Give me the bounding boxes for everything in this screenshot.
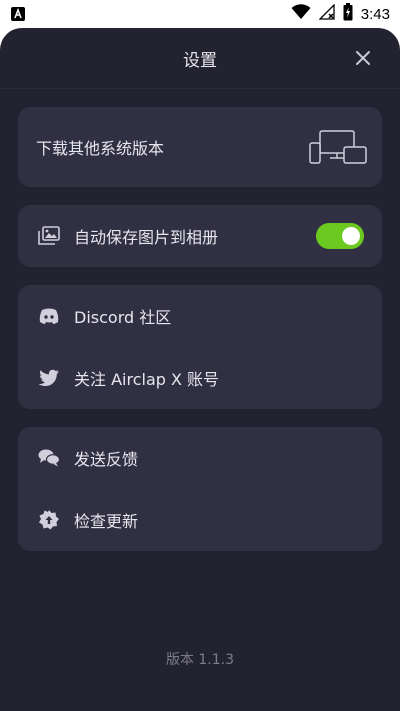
wifi-icon	[291, 4, 311, 24]
auto-save-row[interactable]: 自动保存图片到相册	[18, 205, 382, 267]
feedback-label: 发送反馈	[74, 450, 139, 469]
feedback-row[interactable]: 发送反馈	[18, 427, 382, 489]
version-label: 版本 1.1.3	[165, 652, 235, 668]
close-icon[interactable]	[352, 47, 374, 69]
chat-icon	[38, 447, 60, 469]
app-notification-icon	[10, 6, 26, 22]
community-card: Discord 社区 关注 Airclap X 账号	[18, 285, 382, 409]
update-icon	[38, 509, 60, 531]
twitter-label: 关注 Airclap X 账号	[74, 370, 220, 389]
status-time: 3:43	[360, 5, 390, 23]
auto-save-label: 自动保存图片到相册	[74, 228, 219, 247]
check-update-row[interactable]: 检查更新	[18, 489, 382, 551]
page-title: 设置	[183, 51, 217, 71]
twitter-row[interactable]: 关注 Airclap X 账号	[18, 347, 382, 409]
download-versions-card[interactable]: 下载其他系统版本	[18, 107, 382, 187]
toggle-knob	[342, 227, 360, 245]
discord-label: Discord 社区	[74, 308, 172, 327]
discord-row[interactable]: Discord 社区	[18, 285, 382, 347]
discord-icon	[38, 305, 60, 327]
auto-save-card: 自动保存图片到相册	[18, 205, 382, 267]
twitter-icon	[38, 367, 60, 389]
auto-save-toggle[interactable]	[316, 223, 364, 249]
settings-sheet: 设置 下载其他系统版本 自动保存图片到相册 Discord 社区 关注 Airc…	[0, 28, 400, 711]
check-update-label: 检查更新	[74, 512, 139, 531]
settings-header: 设置	[0, 28, 400, 89]
battery-charging-icon	[343, 3, 353, 25]
status-bar: 3:43	[0, 0, 400, 28]
download-versions-label: 下载其他系统版本	[36, 139, 165, 158]
gallery-icon	[38, 225, 60, 247]
support-card: 发送反馈 检查更新	[18, 427, 382, 551]
no-signal-icon	[318, 3, 335, 24]
devices-icon	[308, 129, 368, 167]
